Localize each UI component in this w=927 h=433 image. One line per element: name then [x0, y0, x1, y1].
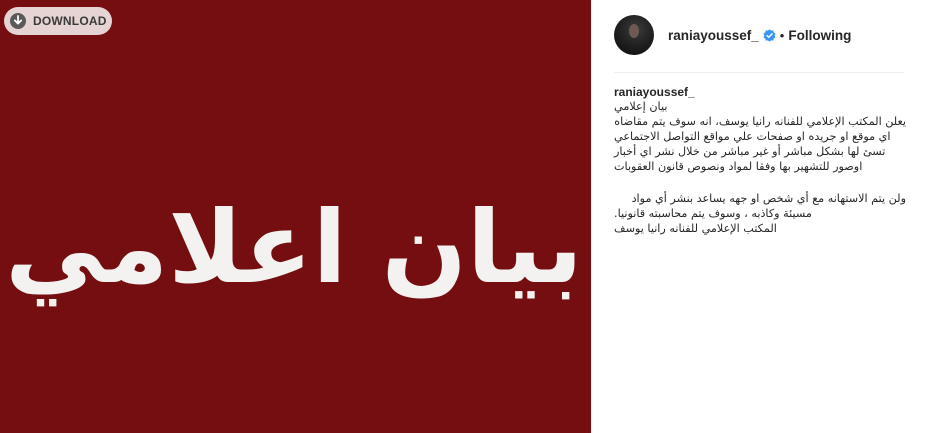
caption-line: ولن يتم الاستهانه مع أي شخص او جهه يساعد…: [631, 192, 906, 205]
separator-dot: •: [779, 27, 785, 43]
caption-line: بيان إعلامي: [614, 100, 668, 113]
caption-line: اوصور للتشهير بها وفقا لمواد ونصوص قانون…: [614, 160, 863, 173]
download-button[interactable]: DOWNLOAD: [4, 7, 112, 35]
caption-line: المكتب الإعلامي للفنانه رانيا يوسف: [614, 222, 777, 235]
caption-line: .مسيئة وكاذبه ، وسوف يتم محاسبته قانونيا: [614, 207, 812, 220]
caption-line: يعلن المكتب الإعلامي للفنانه رانيا يوسف،…: [614, 115, 906, 128]
avatar[interactable]: [614, 15, 654, 55]
post-image: DOWNLOAD بيان اعلامي: [0, 0, 591, 433]
post-header: raniayoussef_ • Following: [614, 14, 904, 56]
post-side-panel: raniayoussef_ • Following raniayoussef_ …: [591, 0, 927, 433]
download-icon: [9, 12, 27, 30]
header-username[interactable]: raniayoussef_: [668, 28, 759, 43]
caption-line: اي موقع او جريده او صفحات علي مواقع التو…: [614, 130, 891, 143]
caption-line: تسئ لها بشكل مباشر أو غير مباشر من خلال …: [614, 145, 886, 158]
image-headline: بيان اعلامي: [5, 189, 583, 306]
download-label: DOWNLOAD: [33, 14, 107, 28]
following-button[interactable]: Following: [788, 28, 851, 43]
header-divider: [614, 72, 904, 73]
post-caption: raniayoussef_ بيان إعلامي يعلن المكتب ال…: [614, 85, 906, 236]
caption-username[interactable]: raniayoussef_: [614, 85, 906, 99]
verified-badge-icon: [763, 28, 776, 42]
